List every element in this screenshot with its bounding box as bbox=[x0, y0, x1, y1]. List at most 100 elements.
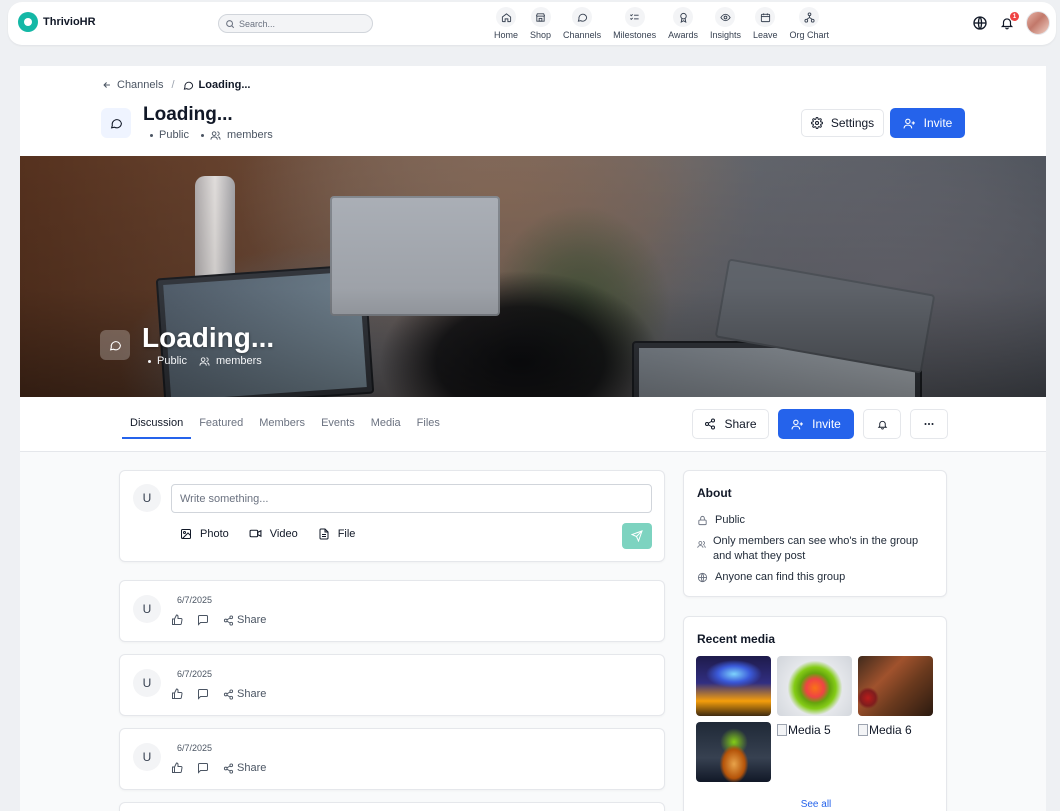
file-icon bbox=[318, 528, 330, 540]
about-row-discoverability: Anyone can find this group bbox=[697, 570, 845, 585]
invite-button[interactable]: Invite bbox=[778, 409, 854, 439]
media-thumbnail[interactable] bbox=[777, 656, 852, 716]
tab-events[interactable]: Events bbox=[313, 411, 363, 439]
nav-item-home[interactable]: Home bbox=[488, 7, 524, 40]
breadcrumb-channels-link[interactable]: Channels bbox=[117, 79, 163, 91]
nav-item-awards[interactable]: Awards bbox=[662, 7, 704, 40]
post-actions: Share bbox=[171, 614, 266, 626]
notification-badge: 1 bbox=[1010, 12, 1019, 21]
like-button[interactable] bbox=[171, 688, 183, 700]
brand-name: ThrivioHR bbox=[43, 16, 96, 28]
media-thumbnail[interactable] bbox=[858, 656, 933, 716]
visibility-label: Public bbox=[159, 129, 189, 141]
about-discoverability-text: Anyone can find this group bbox=[715, 571, 846, 583]
meta-dot bbox=[148, 359, 151, 363]
tab-members[interactable]: Members bbox=[251, 411, 313, 439]
image-icon bbox=[180, 528, 192, 540]
members-icon bbox=[697, 540, 706, 549]
like-button[interactable] bbox=[171, 762, 183, 774]
tab-media[interactable]: Media bbox=[363, 411, 409, 439]
comment-button[interactable] bbox=[197, 614, 209, 626]
eye-icon bbox=[715, 7, 736, 27]
photo-label: Photo bbox=[200, 527, 229, 540]
thumbs-up-icon bbox=[171, 762, 183, 774]
cover-image: Loading... Public members bbox=[20, 156, 1046, 397]
media-thumbnail[interactable] bbox=[696, 722, 771, 782]
media-thumbnail-broken[interactable]: Media 6 bbox=[858, 723, 912, 737]
breadcrumb-current-label: Loading... bbox=[198, 79, 251, 91]
nav-label: Org Chart bbox=[789, 30, 830, 40]
nav-item-channels[interactable]: Channels bbox=[557, 7, 607, 40]
nav-item-milestones[interactable]: Milestones bbox=[607, 7, 662, 40]
search-input[interactable] bbox=[239, 18, 359, 29]
nav-item-leave[interactable]: Leave bbox=[747, 7, 784, 40]
add-file-button[interactable]: File bbox=[318, 527, 356, 540]
tabs-bar: Discussion Featured Members Events Media… bbox=[20, 397, 1046, 452]
invite-button[interactable]: Invite bbox=[890, 108, 965, 138]
share-label: Share bbox=[237, 688, 267, 700]
shop-icon bbox=[530, 7, 551, 27]
media-thumbnail[interactable] bbox=[696, 656, 771, 716]
send-button[interactable] bbox=[622, 523, 652, 549]
about-row-visibility: Public bbox=[697, 513, 745, 528]
share-post-button[interactable]: Share bbox=[223, 688, 266, 700]
nav-label: Home bbox=[494, 30, 519, 40]
nav-item-shop[interactable]: Shop bbox=[524, 7, 557, 40]
media-thumbnail-broken[interactable]: Media 5 bbox=[777, 723, 831, 737]
more-button[interactable] bbox=[910, 409, 948, 439]
comment-button[interactable] bbox=[197, 762, 209, 774]
award-icon bbox=[673, 7, 694, 27]
user-avatar[interactable] bbox=[1026, 11, 1050, 35]
notifications-button[interactable]: 1 bbox=[1000, 12, 1019, 30]
post-date: 6/7/2025 bbox=[177, 669, 213, 679]
post-card: U 6/7/2025 Share bbox=[119, 654, 665, 716]
cover-channel-icon bbox=[100, 330, 130, 360]
meta-dot bbox=[200, 133, 204, 137]
about-title: About bbox=[697, 486, 732, 500]
brand[interactable]: ThrivioHR bbox=[18, 12, 96, 32]
broken-image-icon bbox=[777, 724, 787, 736]
lock-icon bbox=[697, 515, 708, 526]
brand-logo bbox=[18, 12, 38, 32]
add-photo-button[interactable]: Photo bbox=[180, 527, 229, 540]
page-title: Loading... bbox=[143, 104, 233, 125]
comment-icon bbox=[197, 688, 209, 700]
post-card: U 6/7/2025 Share bbox=[119, 728, 665, 790]
share-icon bbox=[223, 762, 234, 774]
add-video-button[interactable]: Video bbox=[249, 527, 298, 540]
main-nav: Home Shop Channels Milestones Awards Ins… bbox=[488, 7, 835, 40]
notify-button[interactable] bbox=[863, 409, 901, 439]
breadcrumb: Channels / Loading... bbox=[102, 79, 251, 91]
cover-visibility-label: Public bbox=[157, 355, 187, 367]
share-label: Share bbox=[237, 762, 267, 774]
nav-item-org-chart[interactable]: Org Chart bbox=[784, 7, 836, 40]
post-date: 6/7/2025 bbox=[177, 743, 213, 753]
comment-button[interactable] bbox=[197, 688, 209, 700]
gear-icon bbox=[810, 117, 823, 129]
comment-icon bbox=[197, 614, 209, 626]
members-icon bbox=[210, 130, 221, 141]
like-button[interactable] bbox=[171, 614, 183, 626]
file-label: File bbox=[337, 527, 356, 540]
write-something-input[interactable] bbox=[171, 484, 652, 513]
settings-button[interactable]: Settings bbox=[801, 109, 884, 137]
discussion-content: U Photo Video bbox=[20, 452, 1046, 811]
nav-item-insights[interactable]: Insights bbox=[704, 7, 747, 40]
share-post-button[interactable]: Share bbox=[223, 762, 266, 774]
avatar: U bbox=[133, 669, 161, 697]
tab-files[interactable]: Files bbox=[409, 411, 448, 439]
tab-discussion[interactable]: Discussion bbox=[122, 411, 192, 439]
home-icon bbox=[496, 7, 516, 27]
cover-members-label: members bbox=[215, 355, 262, 367]
globe-icon[interactable] bbox=[972, 15, 988, 31]
share-button[interactable]: Share bbox=[692, 409, 769, 439]
share-post-button[interactable]: Share bbox=[223, 614, 266, 626]
avatar: U bbox=[133, 743, 161, 771]
breadcrumb-current: Loading... bbox=[183, 79, 251, 91]
tab-featured[interactable]: Featured bbox=[191, 411, 251, 439]
see-all-link[interactable]: See all bbox=[684, 799, 948, 810]
media-alt-text: Media 6 bbox=[869, 723, 912, 737]
back-arrow-icon[interactable] bbox=[102, 80, 112, 90]
globe-icon bbox=[697, 572, 708, 583]
nav-label: Channels bbox=[563, 30, 602, 40]
